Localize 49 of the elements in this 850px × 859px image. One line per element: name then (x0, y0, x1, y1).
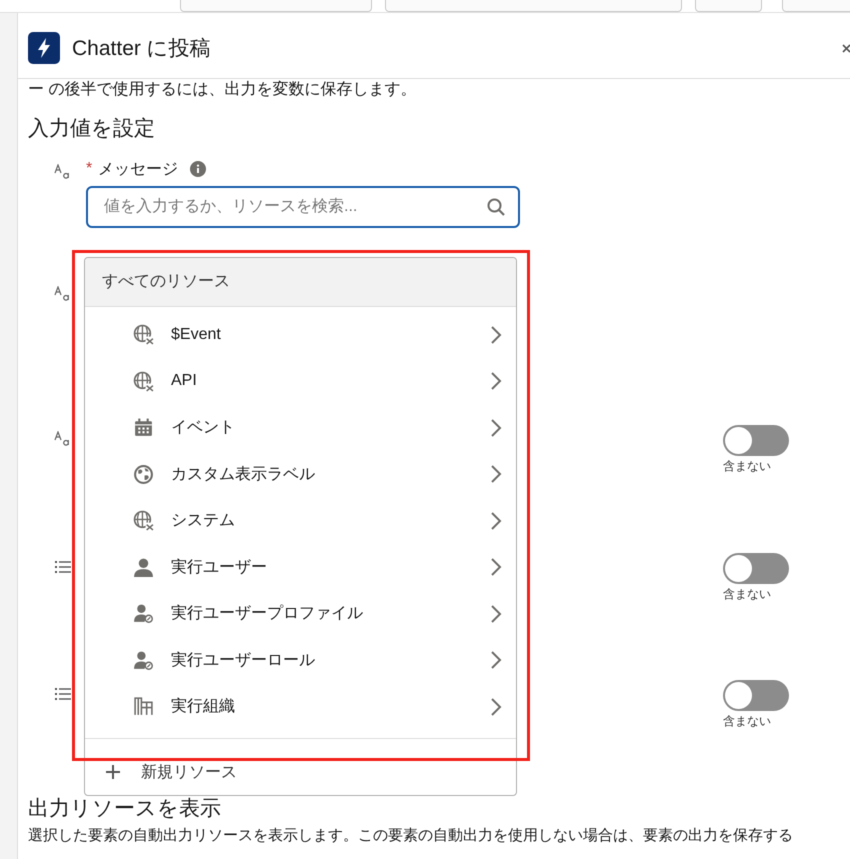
chevron-right-icon (490, 557, 502, 578)
lightning-icon (28, 32, 60, 64)
plus-icon (105, 764, 121, 780)
resource-item[interactable]: 実行ユーザープロファイル (85, 590, 516, 638)
globe-icon (133, 370, 154, 392)
globe-icon (133, 324, 154, 346)
toggle-switch[interactable] (723, 680, 789, 711)
user-icon (133, 556, 154, 578)
chevron-right-icon (490, 696, 502, 717)
globe-icon (133, 510, 154, 532)
panel-title: Chatter に投稿 (72, 36, 211, 62)
list-icon (54, 686, 74, 702)
resource-item[interactable]: 実行ユーザー (85, 544, 516, 591)
info-icon (190, 161, 206, 177)
toggle-switch[interactable] (723, 425, 789, 456)
toggle-label: 含まない (723, 586, 772, 603)
resource-item[interactable]: $Event (85, 312, 516, 358)
search-field[interactable]: 値を入力するか、リソースを検索... (86, 186, 520, 228)
toggle-switch[interactable] (723, 553, 789, 584)
chevron-right-icon (490, 650, 502, 670)
list-icon (54, 559, 74, 575)
calendar-icon (133, 417, 154, 438)
resource-item[interactable]: イベント (85, 404, 516, 452)
required-asterisk: * (86, 160, 92, 178)
resource-item[interactable]: カスタム表示ラベル (85, 451, 516, 498)
resource-item[interactable]: システム (85, 498, 516, 544)
dropdown-header: すべてのリソース (85, 258, 516, 307)
search-icon (486, 197, 506, 217)
resource-item[interactable]: 実行ユーザーロール (85, 637, 516, 684)
chevron-right-icon (490, 371, 502, 392)
resource-item[interactable]: API (85, 358, 516, 405)
user-badge-icon (133, 650, 154, 671)
section-title: 入力値を設定 (28, 116, 156, 142)
new-resource-button[interactable]: 新規リソース (85, 739, 516, 795)
chevron-right-icon (490, 510, 502, 531)
building-icon (133, 696, 154, 718)
field-label: メッセージ (98, 160, 178, 180)
description-text: 選択した要素の自動出力リソースを表示します。この要素の自動出力を使用しない場合は、要素の出力を保存する (28, 826, 794, 845)
toggle-label: 含まない (723, 713, 772, 730)
chevron-right-icon (490, 418, 502, 438)
description-text: ー の後半で使用するには、出力を変数に保存します。 (28, 80, 418, 100)
resource-item[interactable]: 実行組織 (85, 684, 516, 730)
chevron-right-icon (490, 324, 502, 345)
toggle-label: 含まない (723, 458, 772, 475)
user-badge-icon (133, 603, 154, 624)
chevron-right-icon (490, 604, 502, 624)
section-title: 出力リソースを表示 (28, 796, 222, 822)
chevron-right-icon (490, 464, 502, 484)
earth-icon (133, 464, 154, 485)
